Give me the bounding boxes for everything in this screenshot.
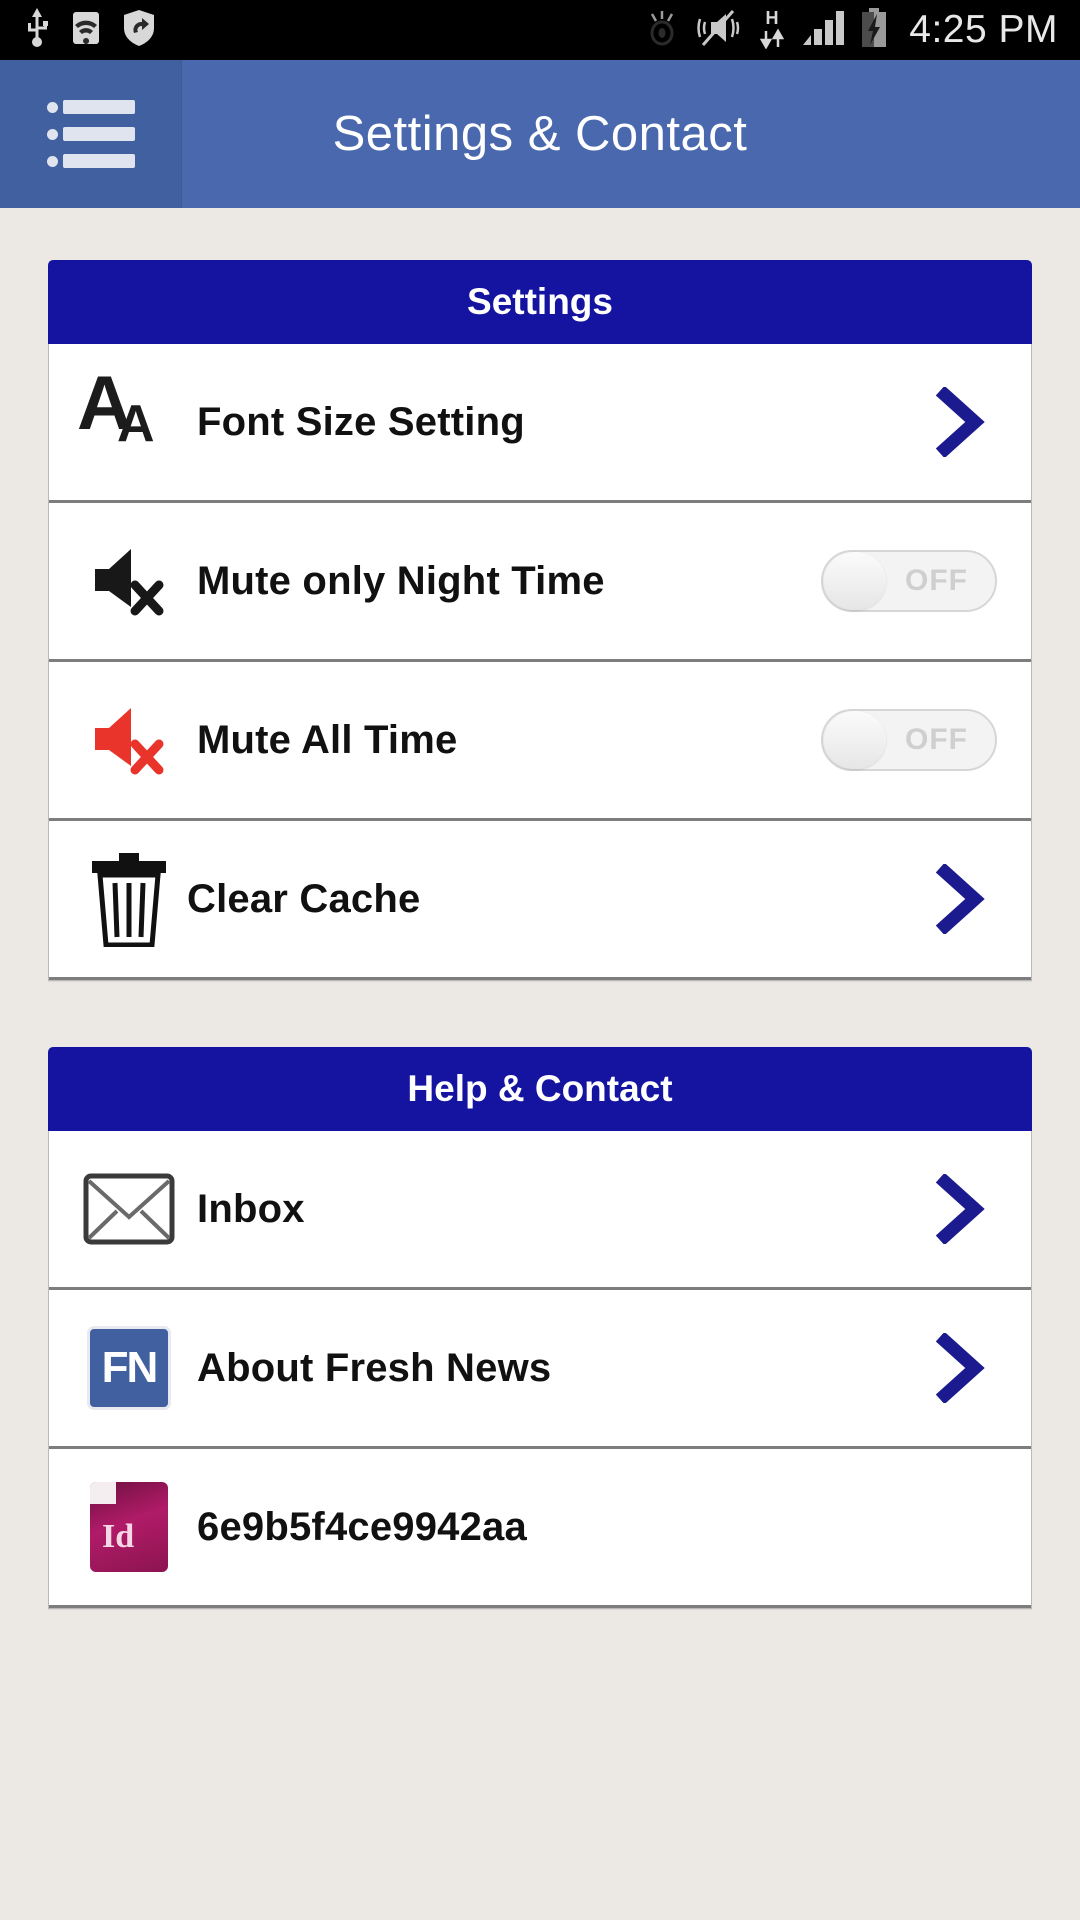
section-header-settings: Settings [48,260,1032,344]
toggle-state-label: OFF [905,564,968,597]
toggle-knob [824,711,886,769]
row-about-fresh-news[interactable]: FN About Fresh News [49,1290,1031,1449]
mute-speaker-icon [75,531,183,631]
mute-vibrate-icon [695,9,743,52]
action-bar: Settings & Contact [0,60,1080,208]
section-header-help-contact: Help & Contact [48,1047,1032,1131]
row-label: Clear Cache [187,876,421,921]
row-label: Mute All Time [197,717,458,762]
fresh-news-logo-icon: FN [75,1318,183,1418]
battery-charging-icon [859,7,889,53]
trash-can-icon [75,849,183,949]
chevron-right-icon[interactable] [915,1333,1005,1403]
hspa-data-icon: H [757,7,787,54]
toggle-state-label: OFF [905,723,968,756]
wifi-icon [68,10,104,51]
row-label: Inbox [197,1186,305,1231]
envelope-icon [75,1159,183,1259]
row-label: 6e9b5f4ce9942aa [197,1504,527,1549]
row-font-size-setting[interactable]: AA Font Size Setting [49,344,1031,503]
settings-card: AA Font Size Setting Mute only Night Tim… [48,344,1032,981]
toggle-knob [824,552,886,610]
font-size-aa-icon: AA [77,361,155,453]
signal-bars-icon [801,9,845,52]
row-label: Font Size Setting [197,399,525,444]
eye-icon [643,10,681,51]
row-inbox[interactable]: Inbox [49,1131,1031,1290]
help-contact-card: Inbox FN About Fresh News Id 6e9b5f4ce99… [48,1131,1032,1609]
hamburger-menu-button[interactable] [0,60,182,208]
chevron-right-icon[interactable] [915,864,1005,934]
page-title: Settings & Contact [332,107,748,161]
chevron-right-icon[interactable] [915,1174,1005,1244]
toggle-mute-all-time[interactable]: OFF [821,709,997,771]
row-mute-night-time[interactable]: Mute only Night Time OFF [49,503,1031,662]
row-clear-cache[interactable]: Clear Cache [49,821,1031,980]
status-bar: H 4:25 PM [0,0,1080,60]
indesign-id-icon: Id [75,1477,183,1577]
shield-sync-icon [122,9,156,52]
hamburger-menu-icon [46,100,135,168]
svg-text:H: H [766,8,779,28]
usb-icon [24,7,50,53]
settings-content: Settings AA Font Size Setting Mute only … [0,208,1080,1609]
status-bar-right-icons: H 4:25 PM [643,0,1058,60]
row-app-id[interactable]: Id 6e9b5f4ce9942aa [49,1449,1031,1608]
mute-speaker-red-icon [75,690,183,790]
status-bar-clock: 4:25 PM [909,8,1058,51]
status-bar-left-icons [0,7,156,53]
row-mute-all-time[interactable]: Mute All Time OFF [49,662,1031,821]
chevron-right-icon[interactable] [915,387,1005,457]
row-label: Mute only Night Time [197,558,605,603]
row-label: About Fresh News [197,1345,552,1390]
toggle-mute-night-time[interactable]: OFF [821,550,997,612]
